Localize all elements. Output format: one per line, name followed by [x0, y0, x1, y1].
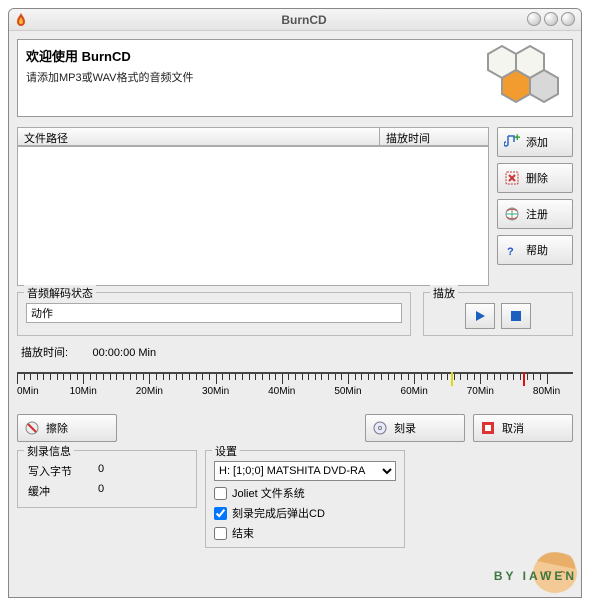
joliet-checkbox[interactable] — [214, 487, 227, 500]
file-table-body[interactable] — [17, 146, 489, 286]
app-window: BurnCD 欢迎使用 BurnCD 请添加MP3或WAV格式的音频文件 — [8, 8, 582, 598]
add-button[interactable]: + 添加 — [497, 127, 573, 157]
buffer-label: 缓冲 — [28, 483, 98, 499]
column-header-path[interactable]: 文件路径 — [17, 127, 379, 146]
cancel-label: 取消 — [502, 420, 524, 436]
remove-button[interactable]: 删除 — [497, 163, 573, 193]
play-button[interactable] — [465, 303, 495, 329]
cancel-stop-icon — [480, 420, 496, 436]
ruler-label: 80Min — [533, 386, 560, 397]
ruler-label: 40Min — [268, 386, 295, 397]
ruler-label: 60Min — [401, 386, 428, 397]
joliet-label: Joliet 文件系统 — [232, 485, 305, 501]
watermark-text: BY IAWEN — [494, 569, 577, 583]
burn-label: 刻录 — [394, 420, 416, 436]
decode-status-input[interactable] — [26, 303, 402, 323]
svg-text:?: ? — [507, 246, 514, 258]
buffer-value: 0 — [98, 483, 104, 499]
column-header-time[interactable]: 描放时间 — [379, 127, 489, 146]
register-globe-icon — [504, 206, 520, 222]
maximize-button[interactable] — [544, 12, 558, 26]
music-plus-icon: + — [504, 134, 520, 150]
play-time-row: 描放时间: 00:00:00 Min — [17, 342, 573, 362]
finalize-label: 结束 — [232, 525, 254, 541]
eject-label: 刻录完成后弹出CD — [232, 505, 325, 521]
help-label: 帮助 — [526, 242, 548, 258]
flame-icon — [15, 13, 27, 27]
help-button[interactable]: ? 帮助 — [497, 235, 573, 265]
play-time-value: 00:00:00 Min — [93, 347, 157, 359]
disc-icon — [372, 420, 388, 436]
ruler-label: 50Min — [334, 386, 361, 397]
play-time-label: 描放时间: — [21, 347, 68, 359]
marker-red — [523, 372, 525, 386]
decode-legend: 音频解码状态 — [24, 285, 96, 301]
register-label: 注册 — [526, 206, 548, 222]
eject-checkbox-row[interactable]: 刻录完成后弹出CD — [214, 505, 396, 521]
finalize-checkbox[interactable] — [214, 527, 227, 540]
register-button[interactable]: 注册 — [497, 199, 573, 229]
erase-label: 擦除 — [46, 420, 68, 436]
stop-icon — [510, 310, 522, 322]
ruler-label: 10Min — [70, 386, 97, 397]
svg-text:+: + — [514, 134, 520, 144]
burn-info-group: 刻录信息 写入字节 0 缓冲 0 — [17, 450, 197, 508]
erase-icon — [24, 420, 40, 436]
close-button[interactable] — [561, 12, 575, 26]
ruler-label: 0Min — [17, 386, 39, 397]
stop-button[interactable] — [501, 303, 531, 329]
playback-legend: 描放 — [430, 285, 458, 301]
client-area: 欢迎使用 BurnCD 请添加MP3或WAV格式的音频文件 文件路径 描放时间 — [9, 31, 581, 556]
bytes-label: 写入字节 — [28, 463, 98, 479]
cancel-button[interactable]: 取消 — [473, 414, 573, 442]
ruler-label: 70Min — [467, 386, 494, 397]
marker-yellow — [451, 372, 453, 386]
eject-checkbox[interactable] — [214, 507, 227, 520]
window-title: BurnCD — [27, 13, 581, 27]
ruler-label: 20Min — [136, 386, 163, 397]
delete-x-icon — [504, 170, 520, 186]
settings-legend: 设置 — [212, 443, 240, 459]
question-icon: ? — [504, 242, 520, 258]
add-label: 添加 — [526, 134, 548, 150]
joliet-checkbox-row[interactable]: Joliet 文件系统 — [214, 485, 396, 501]
hexagon-logo-icon — [480, 44, 568, 117]
titlebar[interactable]: BurnCD — [9, 9, 581, 31]
window-controls — [527, 12, 575, 26]
playback-group: 描放 — [423, 292, 573, 336]
remove-label: 删除 — [526, 170, 548, 186]
burn-info-legend: 刻录信息 — [24, 443, 74, 459]
ruler-label: 30Min — [202, 386, 229, 397]
bytes-value: 0 — [98, 463, 104, 479]
erase-button[interactable]: 擦除 — [17, 414, 117, 442]
drive-select[interactable]: H: [1;0;0] MATSHITA DVD-RA — [214, 461, 396, 481]
welcome-panel: 欢迎使用 BurnCD 请添加MP3或WAV格式的音频文件 — [17, 39, 573, 117]
finalize-checkbox-row[interactable]: 结束 — [214, 525, 396, 541]
minimize-button[interactable] — [527, 12, 541, 26]
decode-status-group: 音频解码状态 — [17, 292, 411, 336]
settings-group: 设置 H: [1;0;0] MATSHITA DVD-RA Joliet 文件系… — [205, 450, 405, 548]
play-icon — [474, 310, 486, 322]
timeline-ruler[interactable]: 0Min 10Min 20Min 30Min 40Min 50Min 60Min 70Min 8… — [17, 372, 573, 410]
watermark: BY IAWEN — [431, 539, 581, 597]
burn-button[interactable]: 刻录 — [365, 414, 465, 442]
file-table: 文件路径 描放时间 — [17, 127, 489, 286]
